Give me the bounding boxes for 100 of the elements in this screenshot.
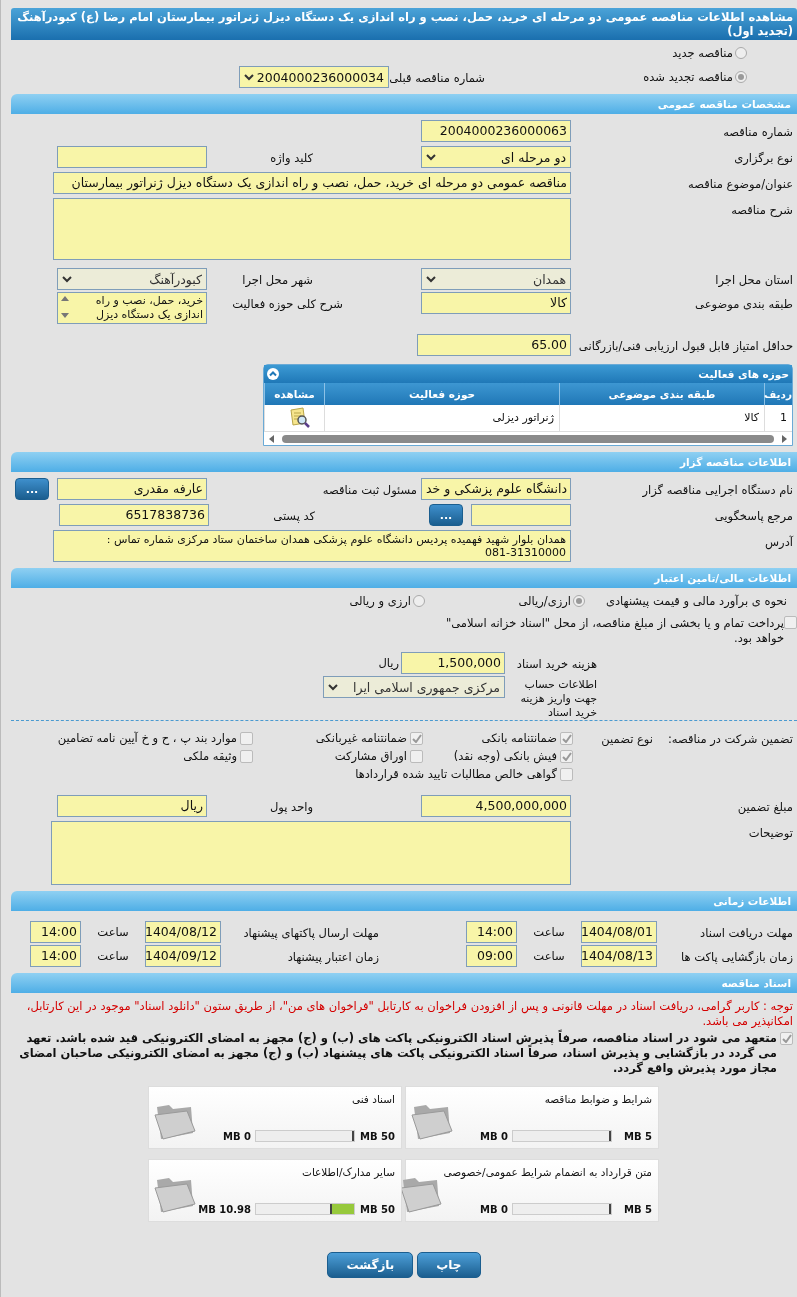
account-select[interactable]: مرکزی جمهوری اسلامی ایرا [323, 676, 505, 698]
file-name: شرایط و ضوابط مناقصه [543, 1093, 652, 1105]
keyword-field[interactable] [57, 146, 207, 168]
lookup-button[interactable]: ... [429, 504, 463, 526]
date-field[interactable]: 1404/08/12 [145, 921, 221, 943]
doc-fee-field[interactable]: 1,500,000 [401, 652, 505, 674]
guarantee-amount-field[interactable]: 4,500,000,000 [421, 795, 571, 817]
field-label: زمان اعتبار پیشنهاد [286, 949, 379, 966]
postal-code-field[interactable]: 6517838736 [59, 504, 209, 526]
field-label: هزینه خرید اسناد [515, 656, 597, 673]
field-label: کد پستی [272, 508, 315, 525]
currency-field[interactable]: ریال [57, 795, 207, 817]
checkbox[interactable] [780, 1032, 793, 1045]
description-field[interactable] [53, 198, 571, 260]
table-cell: ژنراتور دیزلی [324, 405, 559, 431]
max-size: 5 MB [622, 1130, 652, 1142]
date-field[interactable]: 1404/08/13 [581, 945, 657, 967]
previous-tender-select[interactable]: 2004000236000034 [239, 66, 389, 88]
min-score-field[interactable]: 65.00 [417, 334, 571, 356]
chevron-down-icon [62, 275, 72, 283]
field-label: مهلت دریافت اسناد [699, 925, 793, 942]
registrar-field[interactable]: عارفه مقدری [57, 478, 207, 500]
checkbox-label: موارد بند پ ، ح و خ آیین نامه تضامین [57, 731, 237, 745]
radio-label: ارزی/ریالی [518, 594, 571, 608]
field-label: شرح کلی حوزه فعالیت [231, 296, 343, 313]
checkbox[interactable] [560, 749, 573, 763]
checkbox[interactable] [240, 731, 253, 745]
field-label: زمان بازگشایی پاکت ها [680, 949, 793, 966]
action-button[interactable]: بازگشت [327, 1252, 414, 1278]
scroll-arrows-icon [61, 294, 69, 320]
radio-label: مناقصه تجدید شده [643, 70, 733, 84]
subject-field[interactable]: مناقصه عمومی دو مرحله ای خرید، حمل، نصب و راه اندازی یک دستگاه دیزل ژنراتور بیمارستان [53, 172, 571, 194]
time-field[interactable]: 14:00 [30, 945, 81, 967]
section-header: مشخصات مناقصه عمومی [11, 94, 797, 114]
field-label: توضیحات [747, 825, 793, 842]
check-icon [411, 733, 422, 743]
checkbox[interactable] [410, 749, 423, 763]
max-size: 50 MB [359, 1130, 395, 1142]
column-header: ردیف [764, 383, 792, 405]
field-label: آدرس [764, 534, 793, 552]
check-icon [781, 1034, 792, 1043]
time-field[interactable]: 14:00 [30, 921, 81, 943]
table-cell: 1 [764, 405, 792, 431]
document-search-icon[interactable] [289, 407, 311, 429]
column-header: حوزه فعالیت [324, 383, 559, 405]
radio-button[interactable] [735, 47, 747, 59]
category-field[interactable]: کالا [421, 292, 571, 314]
checkbox[interactable] [560, 767, 573, 781]
table-cell: کالا [559, 405, 764, 431]
chevron-down-icon [244, 73, 254, 81]
checkbox[interactable] [410, 731, 423, 745]
lookup-button[interactable]: ... [15, 478, 49, 500]
radio-button[interactable] [413, 595, 425, 607]
checkbox-label: گواهی خالص مطالبات تایید شده قراردادها [355, 767, 557, 781]
notes-field[interactable] [51, 821, 571, 885]
field-label: واحد پول [268, 799, 313, 816]
field-label: ساعت [532, 924, 566, 941]
field-label: نحوه ی برآورد مالی و قیمت پیشنهادی [604, 594, 787, 608]
radio-label: ارزی و ریالی [349, 594, 411, 608]
address-field[interactable]: همدان بلوار شهید فهمیده پردیس دانشگاه علوم پزشکی همدان ساختمان ستاد مرکزی شماره تماس : 31310000-081 [53, 530, 571, 562]
table-title: حوزه های فعالیت [698, 368, 789, 380]
field-label: ساعت [96, 924, 130, 941]
field-label: مسئول ثبت مناقصه [321, 482, 417, 499]
tender-number-field[interactable]: 2004000236000063 [421, 120, 571, 142]
check-icon [561, 751, 572, 761]
chevron-down-icon [328, 683, 338, 691]
time-field[interactable]: 14:00 [466, 921, 517, 943]
checkbox[interactable] [784, 616, 797, 629]
city-select[interactable]: کبودرآهنگ [57, 268, 207, 290]
radio-button[interactable] [573, 595, 585, 607]
activity-summary-field[interactable]: خرید، حمل، نصب و راه اندازی یک دستگاه دیزل [57, 292, 207, 324]
max-size: 5 MB [622, 1203, 652, 1215]
used-size: 0 MB [222, 1130, 251, 1142]
checkbox[interactable] [560, 731, 573, 745]
radio-label: مناقصه جدید [672, 46, 733, 60]
time-field[interactable]: 09:00 [466, 945, 517, 967]
max-size: 50 MB [359, 1203, 395, 1215]
date-field[interactable]: 1404/09/12 [145, 945, 221, 967]
checkbox-label: وثیقه ملکی [183, 749, 237, 763]
agency-field[interactable]: دانشگاه علوم پزشکی و خد [421, 478, 571, 500]
field-label: کلید واژه [269, 150, 313, 167]
treasury-text: پرداخت تمام و یا بخشی از مبلغ مناقصه، از محل "اسناد خزانه اسلامی" خواهد بود. [444, 616, 784, 646]
column-header: طبقه بندی موضوعی [559, 383, 764, 405]
date-field[interactable]: 1404/08/01 [581, 921, 657, 943]
notice-text: توجه : کاربر گرامی، دریافت اسناد در مهلت قانونی و پس از افزودن فراخوان به کارتابل "فراخوان های من"، از طریق ستون "دانلود اسناد" موجود در این کارتابل، امکانپذیر می باشد. [25, 999, 793, 1029]
action-button[interactable]: چاپ [417, 1252, 481, 1278]
checkbox[interactable] [240, 749, 253, 763]
reference-field[interactable] [471, 504, 571, 526]
radio-button[interactable] [735, 71, 747, 83]
province-select[interactable]: همدان [421, 268, 571, 290]
field-label: نام دستگاه اجرایی مناقصه گزار [641, 482, 793, 499]
collapse-icon[interactable] [267, 368, 279, 380]
chevron-down-icon [426, 153, 436, 161]
file-name: اسناد فنی [350, 1093, 395, 1105]
checkbox-label: ضمانتنامه بانکی [481, 731, 557, 745]
horizontal-scrollbar[interactable] [268, 433, 788, 444]
checkbox-label: فیش بانکی (وجه نقد) [453, 749, 557, 763]
field-label: شماره مناقصه قبلی [389, 70, 485, 87]
used-size: 10.98 MB [198, 1203, 251, 1215]
method-select[interactable]: دو مرحله ای [421, 146, 571, 168]
